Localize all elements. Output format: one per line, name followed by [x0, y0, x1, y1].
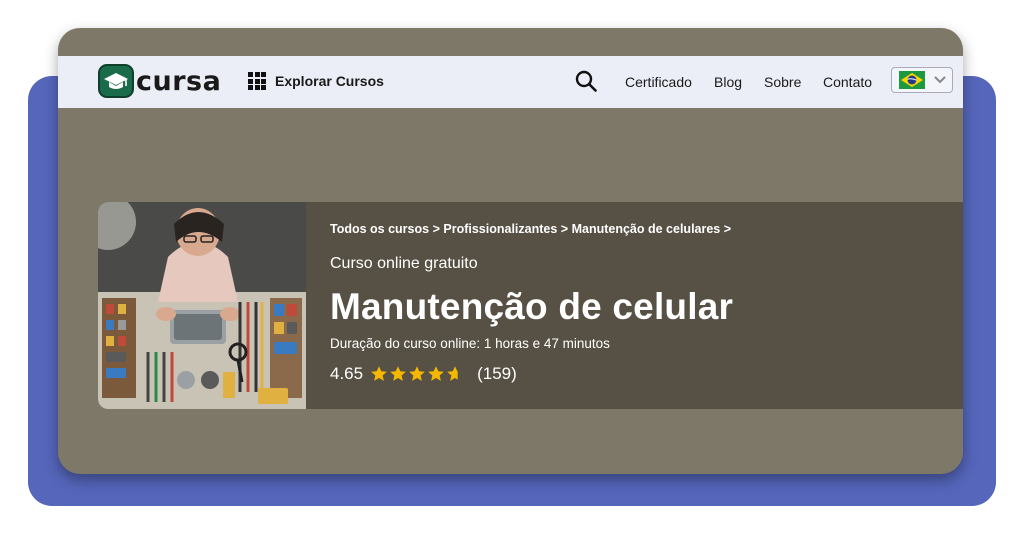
star-full-icon	[371, 366, 387, 381]
breadcrumb: Todos os cursos > Profissionalizantes > …	[330, 222, 731, 236]
star-full-icon	[390, 366, 406, 381]
brazil-flag-icon	[899, 71, 925, 89]
review-count: (159)	[477, 364, 517, 383]
breadcrumb-separator: >	[560, 222, 569, 236]
breadcrumb-todos-os-cursos[interactable]: Todos os cursos	[330, 222, 429, 236]
course-hero-panel: Todos os cursos > Profissionalizantes > …	[306, 202, 963, 409]
graduation-cap-icon	[98, 64, 134, 98]
logo-wordmark: cursa	[136, 65, 222, 97]
browser-window: cursa Explorar Cursos Certificado Blog S…	[58, 28, 963, 474]
star-full-icon	[409, 366, 425, 381]
search-icon[interactable]	[575, 70, 597, 97]
course-title: Manutenção de celular	[330, 286, 734, 327]
breadcrumb-separator: >	[723, 222, 732, 236]
star-full-icon	[428, 366, 444, 381]
explore-courses-label: Explorar Cursos	[275, 73, 384, 89]
nav-link-blog[interactable]: Blog	[714, 74, 742, 90]
nav-link-certificado[interactable]: Certificado	[625, 74, 692, 90]
nav-link-sobre[interactable]: Sobre	[764, 74, 801, 90]
breadcrumb-separator: >	[432, 222, 440, 236]
explore-courses-button[interactable]: Explorar Cursos	[248, 72, 384, 90]
rating-value: 4.65	[330, 364, 364, 383]
cursa-logo[interactable]: cursa	[98, 64, 221, 98]
chevron-down-icon	[934, 76, 946, 84]
course-duration: Duração do curso online: 1 horas e 47 mi…	[330, 336, 610, 351]
breadcrumb-profissionalizantes[interactable]: Profissionalizantes	[443, 222, 557, 236]
course-thumbnail	[98, 202, 306, 409]
breadcrumb-manutencao-de-celulares[interactable]: Manutenção de celulares	[572, 222, 721, 236]
language-selector[interactable]	[891, 67, 953, 93]
top-navbar: cursa Explorar Cursos Certificado Blog S…	[58, 56, 963, 108]
nav-link-contato[interactable]: Contato	[823, 74, 872, 90]
course-kicker: Curso online gratuito	[330, 255, 478, 272]
star-half-icon	[447, 366, 458, 381]
rating-stars	[370, 365, 465, 383]
course-rating-row: 4.65 (159)	[330, 364, 517, 384]
grid-icon	[248, 72, 266, 90]
stage: cursa Explorar Cursos Certificado Blog S…	[0, 0, 1024, 536]
